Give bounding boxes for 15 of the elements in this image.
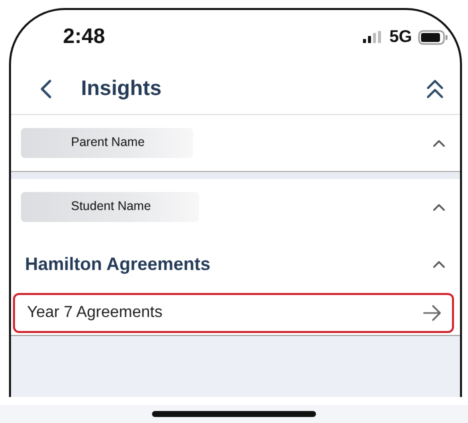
name-pill: Student Name	[21, 192, 199, 222]
status-time: 2:48	[63, 25, 106, 49]
name-pill: Parent Name	[21, 128, 193, 158]
section-heading: Hamilton Agreements	[25, 254, 210, 274]
back-icon[interactable]	[39, 79, 53, 99]
page-title: Insights	[81, 77, 163, 101]
battery-icon	[418, 30, 448, 44]
network-label: 5G	[389, 27, 412, 47]
double-chevron-up-icon[interactable]	[426, 79, 444, 99]
agreement-list-item[interactable]: Year 7 Agreements	[13, 293, 454, 333]
signal-icon	[363, 31, 384, 43]
arrow-right-icon	[422, 305, 442, 321]
chevron-up-icon[interactable]	[432, 260, 446, 268]
chevron-up-icon[interactable]	[432, 202, 446, 212]
chevron-up-icon[interactable]	[432, 138, 446, 148]
